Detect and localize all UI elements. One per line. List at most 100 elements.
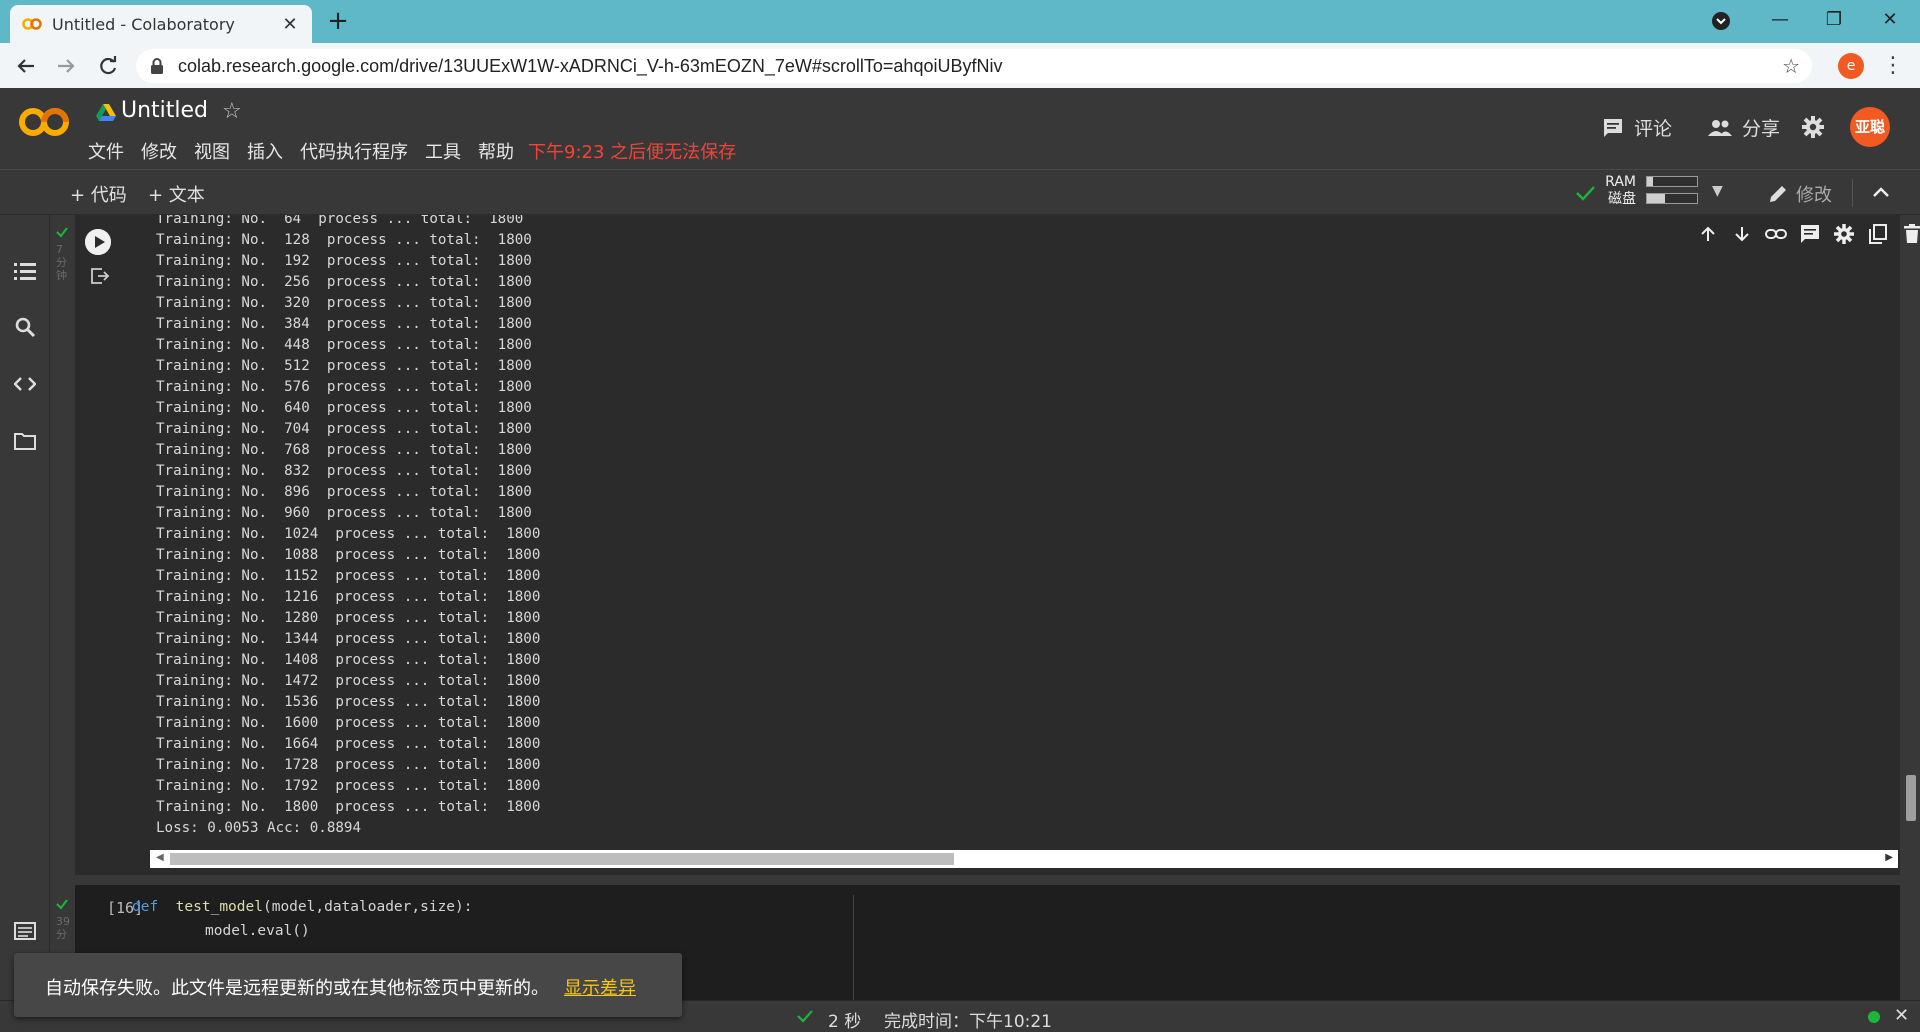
code-function-name: test_model (175, 899, 263, 915)
back-arrow-icon[interactable] (12, 52, 40, 80)
tab-title: Untitled - Colaboratory (52, 14, 235, 34)
browser-tab-bar: Untitled - Colaboratory ✕ + — ❐ ✕ (0, 0, 1920, 43)
resource-labels[interactable]: RAM 磁盘 (1602, 174, 1636, 208)
menu-view[interactable]: 视图 (194, 138, 230, 164)
output-line: Training: No. 192 process ... total: 180… (156, 253, 532, 269)
minimize-button[interactable]: — (1760, 6, 1800, 34)
url-text[interactable]: colab.research.google.com/drive/13UUExW1… (178, 56, 1782, 77)
code-line-2[interactable]: model.eval() (205, 923, 310, 939)
comment-button[interactable]: 评论 (1602, 114, 1672, 141)
pencil-icon (1770, 186, 1786, 202)
menu-edit[interactable]: 修改 (141, 138, 177, 164)
cell-2-exec-time: 39 分 (56, 915, 70, 941)
output-line: Training: No. 960 process ... total: 180… (156, 505, 532, 521)
scroll-right-arrow-icon[interactable]: ▶ (1885, 852, 1893, 863)
output-line: Training: No. 1472 process ... total: 18… (156, 673, 541, 689)
chevron-up-icon[interactable] (1870, 181, 1892, 203)
scrollbar-thumb[interactable] (170, 853, 954, 865)
reload-icon[interactable] (94, 52, 122, 80)
output-line: Training: No. 384 process ... total: 180… (156, 316, 532, 332)
notebook-title[interactable]: Untitled (121, 98, 208, 123)
lock-icon[interactable] (150, 58, 164, 74)
notebook-vertical-scrollbar[interactable] (1906, 775, 1916, 821)
url-omnibox[interactable]: colab.research.google.com/drive/13UUExW1… (136, 49, 1812, 83)
new-tab-button[interactable]: + (324, 8, 352, 36)
move-cell-down-icon[interactable] (1731, 223, 1753, 245)
comment-label: 评论 (1634, 118, 1673, 140)
move-cell-up-icon[interactable] (1697, 223, 1719, 245)
mirror-cell-icon[interactable] (1867, 223, 1889, 245)
browser-menu-icon[interactable]: ⋮ (1882, 51, 1904, 81)
scroll-left-arrow-icon[interactable]: ◀ (156, 852, 164, 863)
output-line: Training: No. 640 process ... total: 180… (156, 400, 532, 416)
menu-help[interactable]: 帮助 (478, 138, 514, 164)
resources-dropdown-icon[interactable]: ▼ (1712, 183, 1723, 199)
edit-label: 修改 (1796, 185, 1832, 206)
ram-label: RAM (1605, 174, 1636, 190)
user-avatar[interactable]: 亚聪 (1850, 107, 1890, 147)
disk-usage-bar[interactable] (1646, 193, 1698, 204)
execution-completed-time: 完成时间：下午10:21 (884, 1012, 1052, 1032)
cell-1-output[interactable]: Training: No. 64 process ... total: 1800… (156, 215, 1896, 839)
toast-message: 自动保存失败。此文件是远程更新的或在其他标签页中更新的。 (45, 978, 549, 999)
code-args: (model,dataloader,size): (262, 899, 473, 915)
run-cell-button[interactable] (85, 229, 111, 255)
edit-button[interactable]: 修改 (1768, 181, 1832, 207)
menu-runtime[interactable]: 代码执行程序 (300, 138, 408, 164)
search-icon[interactable] (14, 316, 36, 338)
people-icon (1708, 119, 1732, 136)
window-close-button[interactable]: ✕ (1870, 6, 1910, 34)
tab-search-icon[interactable] (1712, 12, 1730, 30)
output-actions-icon[interactable] (90, 267, 110, 285)
output-line: Training: No. 256 process ... total: 180… (156, 274, 532, 290)
disk-usage-fill (1647, 194, 1665, 203)
save-warning[interactable]: 下午9:23 之后便无法保存 (528, 138, 736, 164)
drive-icon[interactable] (96, 104, 116, 122)
star-icon[interactable]: ☆ (222, 99, 242, 124)
browser-tab[interactable]: Untitled - Colaboratory ✕ (10, 5, 312, 43)
output-horizontal-scrollbar[interactable]: ◀ ▶ (150, 850, 1898, 868)
menu-insert[interactable]: 插入 (247, 138, 283, 164)
output-line: Training: No. 1664 process ... total: 18… (156, 736, 541, 752)
output-line: Training: No. 704 process ... total: 180… (156, 421, 532, 437)
add-code-button[interactable]: + 代码 (70, 181, 127, 207)
tab-close-icon[interactable]: ✕ (280, 14, 300, 35)
menu-tools[interactable]: 工具 (425, 138, 461, 164)
bookmark-star-icon[interactable]: ☆ (1782, 54, 1800, 78)
code-cell-1[interactable]: Training: No. 64 process ... total: 1800… (75, 215, 1920, 875)
terminal-icon[interactable] (14, 922, 36, 940)
colab-logo-icon[interactable] (18, 106, 70, 138)
add-comment-icon[interactable] (1799, 223, 1821, 245)
delete-cell-trash-icon[interactable] (1901, 223, 1920, 245)
status-close-icon[interactable]: ✕ (1894, 1005, 1909, 1026)
code-keyword: def (132, 899, 159, 915)
colab-favicon-icon (22, 18, 42, 30)
colab-header: Untitled ☆ 文件 修改 视图 插入 代码执行程序 工具 帮助 下午9:… (0, 88, 1920, 170)
menu-file[interactable]: 文件 (88, 138, 124, 164)
code-line-1[interactable]: def test_model(model,dataloader,size): (132, 899, 473, 915)
restore-button[interactable]: ❐ (1814, 6, 1854, 34)
cell-toolbar (1697, 223, 1920, 245)
table-of-contents-icon[interactable] (14, 261, 36, 281)
output-line: Training: No. 1728 process ... total: 18… (156, 757, 541, 773)
settings-gear-icon[interactable] (1802, 116, 1824, 138)
cell-settings-gear-icon[interactable] (1833, 223, 1855, 245)
profile-avatar[interactable]: e (1838, 53, 1864, 79)
add-text-button[interactable]: + 文本 (148, 181, 205, 207)
files-folder-icon[interactable] (14, 432, 36, 450)
share-button[interactable]: 分享 (1708, 114, 1780, 141)
share-label: 分享 (1742, 118, 1781, 140)
ram-usage-bar[interactable] (1646, 176, 1698, 187)
output-line: Training: No. 1600 process ... total: 18… (156, 715, 541, 731)
forward-arrow-icon[interactable] (52, 52, 80, 80)
show-diff-link[interactable]: 显示差异 (564, 974, 636, 1000)
code-snippets-icon[interactable] (14, 375, 36, 393)
toolbar-divider (1852, 179, 1853, 207)
link-icon[interactable] (1765, 223, 1787, 245)
address-bar-row: colab.research.google.com/drive/13UUExW1… (0, 43, 1920, 88)
autosave-failed-toast: 自动保存失败。此文件是远程更新的或在其他标签页中更新的。 显示差异 (14, 953, 682, 1017)
left-sidebar (0, 215, 50, 1000)
output-line: Training: No. 1344 process ... total: 18… (156, 631, 541, 647)
connected-check-icon (1576, 186, 1595, 201)
output-line: Training: No. 832 process ... total: 180… (156, 463, 532, 479)
